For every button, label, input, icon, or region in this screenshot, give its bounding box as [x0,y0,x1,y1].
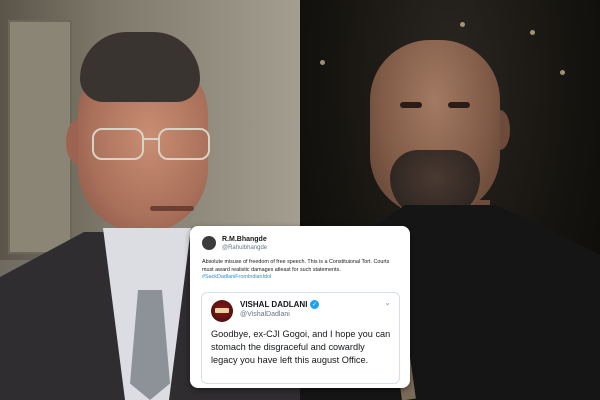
background-light [530,30,535,35]
avatar [211,300,233,322]
glasses [92,128,212,160]
tweet-header: R.M.Bhangde @Rahulbhangde [202,236,402,256]
tweet-body: Absolute misuse of freedom of free speec… [202,259,400,282]
quoted-tweet-text: Goodbye, ex-CJI Gogoi, and I hope you ca… [211,329,391,365]
tweet-author-name: R.M.Bhangde [222,236,267,243]
background-light [460,22,465,27]
quoted-author-handle: @VishalDadlani [240,311,290,318]
quoted-author-name: VISHAL DADLANI [240,300,308,309]
verified-icon: ✓ [310,300,319,309]
background-light [560,70,565,75]
tweet-card: R.M.Bhangde @Rahulbhangde Absolute misus… [190,226,410,388]
tweet-text: Absolute misuse of freedom of free speec… [202,259,390,273]
quoted-tweet: VISHAL DADLANI ✓ @VishalDadlani ⌄ Goodby… [201,292,400,384]
tweet-author-handle: @Rahulbhangde [222,245,268,251]
mouth [150,206,194,211]
eye [400,102,422,108]
hair [80,32,200,102]
wall-panel [8,20,72,254]
hashtag-link: #SackDadlaniFromIndianIdol [202,274,272,280]
avatar [202,236,216,250]
chevron-down-icon: ⌄ [384,298,391,307]
background-light [320,60,325,65]
eye [448,102,470,108]
avatar-logo [215,308,229,313]
composite-image: R.M.Bhangde @Rahulbhangde Absolute misus… [0,0,600,400]
